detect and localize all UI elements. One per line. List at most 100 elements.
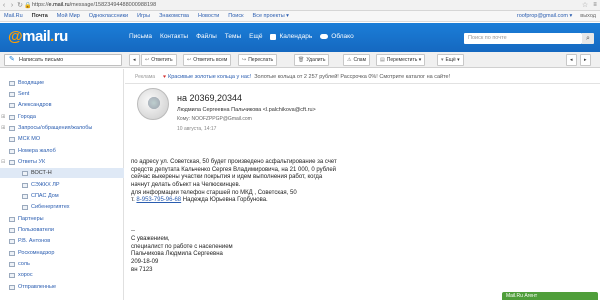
folder-item[interactable]: соль <box>0 259 124 269</box>
folder-icon <box>9 227 15 233</box>
folder-label: ВОСТ-Н <box>31 170 52 176</box>
back-button[interactable]: ◂ <box>129 54 140 66</box>
body-line: специалист по работе с населением <box>131 243 233 250</box>
folder-label: Номера жалоб <box>18 148 56 154</box>
ad-link[interactable]: Красивые золотые кольца у нас! <box>168 74 251 80</box>
nav-more[interactable]: Ещё <box>249 33 262 40</box>
forward-arrow-icon[interactable]: › <box>8 2 16 9</box>
folder-item[interactable]: ⊞ Города <box>0 112 124 122</box>
folder-item[interactable]: Отправленные <box>0 282 124 292</box>
next-message-button[interactable]: ▸ <box>580 54 591 66</box>
expand-toggle-icon[interactable]: ⊞ <box>1 125 5 131</box>
portal-link-moimir[interactable]: Мой Мир <box>57 13 80 19</box>
body-line: для информации телефон старшей по МКД , … <box>131 189 297 196</box>
forward-icon: ↪ <box>242 57 247 63</box>
folder-item[interactable]: СПАС Дом <box>0 191 124 201</box>
expand-toggle-icon[interactable]: ⊞ <box>1 114 5 120</box>
folder-icon <box>9 114 15 120</box>
folder-icon <box>22 182 28 188</box>
folder-label: Sent <box>18 91 30 97</box>
sender-avatar[interactable] <box>137 88 169 120</box>
browser-menu-icon[interactable]: ≡ <box>590 2 600 8</box>
folder-item[interactable]: ⊞ Запросы/обращения/жалобы <box>0 123 124 133</box>
reply-all-icon: ↩ <box>187 57 192 63</box>
folder-label: СЭЖКХ ЛР <box>31 182 60 188</box>
message-sender[interactable]: Людмила Сергеевна Пальчикова <l.palchiko… <box>177 107 316 113</box>
mail-header: @mail.ru Письма Контакты Файлы Темы Ещё … <box>0 23 600 52</box>
url-text[interactable]: https://e.mail.ru/message/15823494488000… <box>32 2 252 8</box>
nav-contacts[interactable]: Контакты <box>160 33 188 40</box>
more-icon: ▾ <box>441 57 444 63</box>
portal-link-news[interactable]: Новости <box>198 13 219 19</box>
heart-icon: ♥ <box>163 73 167 80</box>
folder-item[interactable]: Сибенергиятех <box>0 202 124 212</box>
message-view: Реклама ♥ Красивые золотые кольца у нас!… <box>125 69 600 300</box>
folder-item[interactable]: СЭЖКХ ЛР <box>0 180 124 190</box>
portal-link-games[interactable]: Игры <box>137 13 150 19</box>
back-arrow-icon[interactable]: ‹ <box>0 2 8 9</box>
folder-item[interactable]: МСК МО <box>0 134 124 144</box>
portal-link-pochta[interactable]: Почта <box>32 13 48 19</box>
reply-button[interactable]: ↩ Ответить <box>141 54 177 66</box>
folder-label: Пользователи <box>18 227 54 233</box>
spam-button[interactable]: ⚠ Спам <box>343 54 371 66</box>
folder-item[interactable]: Александров <box>0 100 124 110</box>
portal-link-mailru[interactable]: Mail.Ru <box>4 13 23 19</box>
folder-icon <box>22 193 28 199</box>
portal-link-search[interactable]: Поиск <box>228 13 243 19</box>
folder-icon <box>9 261 15 267</box>
folder-icon <box>9 148 15 154</box>
body-line: -- <box>131 228 135 235</box>
nav-cloud[interactable]: Облако <box>320 33 354 40</box>
nav-files[interactable]: Файлы <box>196 33 217 40</box>
nav-calendar[interactable]: Календарь <box>270 33 312 40</box>
logout-link[interactable]: выход <box>580 13 596 19</box>
message-toolbar: Написать письмо ◂ ↩Ответить ↩Ответить вс… <box>0 52 600 68</box>
folder-label: Города <box>18 114 36 120</box>
folder-label: СПАС Дом <box>31 193 59 199</box>
message-body: по адресу ул. Советская, 50 будет произв… <box>131 159 431 274</box>
move-button[interactable]: ▤ Переместить ▾ <box>376 54 426 66</box>
mail-search-input[interactable]: Поиск по почте <box>464 33 582 44</box>
user-email[interactable]: roofprop@gmail.com ▾ <box>517 13 572 19</box>
browser-url-bar[interactable]: ‹ › ↻ 🔒 https://e.mail.ru/message/158234… <box>0 0 600 11</box>
reply-icon: ↩ <box>145 57 150 63</box>
body-line: 209-18-09 <box>131 258 159 265</box>
ad-text[interactable]: Золотые кольца от 2 257 рублей! Рассрочк… <box>254 74 450 80</box>
folder-item[interactable]: Партнеры <box>0 214 124 224</box>
folder-item[interactable]: Sent <box>0 89 124 99</box>
folder-item[interactable]: ВОСТ-Н <box>0 168 124 178</box>
folder-item[interactable]: ⊟ Ответы УК <box>0 157 124 167</box>
all-projects-dropdown[interactable]: Все проекты ▾ <box>253 13 289 19</box>
portal-link-ok[interactable]: Одноклассники <box>89 13 128 19</box>
mailru-logo[interactable]: @mail.ru <box>8 28 68 45</box>
reload-icon[interactable]: ↻ <box>16 1 24 9</box>
folder-icon <box>9 102 15 108</box>
folder-item[interactable]: Р.В. Антонов <box>0 236 124 246</box>
bookmark-star-icon[interactable]: ☆ <box>580 1 590 9</box>
search-icon[interactable]: ⌕ <box>582 33 594 44</box>
reply-all-button[interactable]: ↩ Ответить всем <box>183 54 232 66</box>
folder-item[interactable]: Роскомнадзор <box>0 248 124 258</box>
folder-item[interactable]: Входящие <box>0 78 124 88</box>
forward-button[interactable]: ↪ Переслать <box>238 54 278 66</box>
divider <box>125 83 600 84</box>
mail-agent-widget[interactable]: Mail.Ru Агент <box>502 292 598 300</box>
prev-message-button[interactable]: ◂ <box>566 54 577 66</box>
folder-item[interactable]: Номера жалоб <box>0 146 124 156</box>
phone-link[interactable]: 8-953-795-96-68 <box>136 197 181 203</box>
ad-banner: Реклама ♥ Красивые золотые кольца у нас!… <box>125 72 600 81</box>
folder-item[interactable]: хорос <box>0 270 124 280</box>
body-line <box>131 205 431 213</box>
compose-button[interactable]: Написать письмо <box>4 54 122 66</box>
nav-themes[interactable]: Темы <box>225 33 241 40</box>
body-line <box>131 221 431 229</box>
folder-label: Александров <box>18 102 52 108</box>
folder-item[interactable]: Пользователи <box>0 225 124 235</box>
expand-toggle-icon[interactable]: ⊟ <box>1 159 5 165</box>
delete-button[interactable]: 🗑 Удалить <box>294 54 330 66</box>
nav-letters[interactable]: Письма <box>129 33 152 40</box>
more-button[interactable]: ▾ Ещё ▾ <box>437 54 464 66</box>
portal-link-dating[interactable]: Знакомства <box>159 13 189 19</box>
folder-label: Запросы/обращения/жалобы <box>18 125 93 131</box>
